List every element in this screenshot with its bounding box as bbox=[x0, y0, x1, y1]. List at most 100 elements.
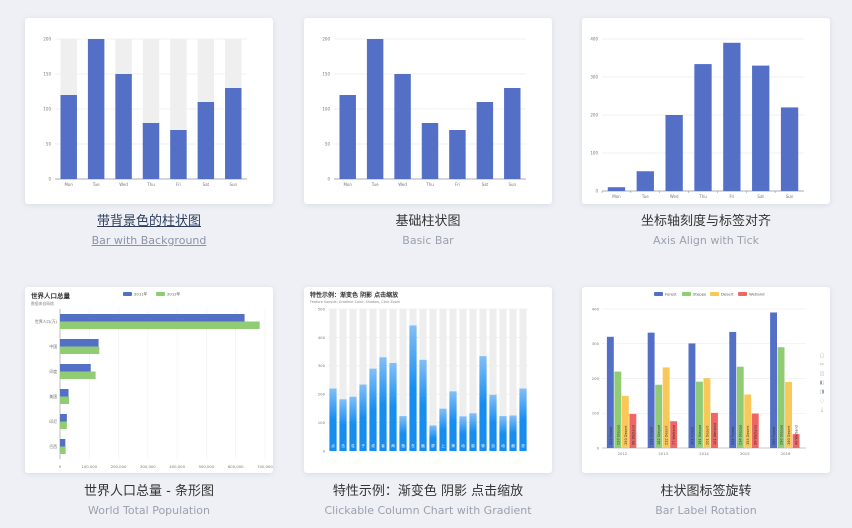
bar-inner-label: 者 bbox=[381, 443, 385, 448]
x-tick-label: 100,000 bbox=[81, 464, 97, 469]
y-tick-label: 200 bbox=[592, 376, 600, 381]
y-tick-label: 印尼 bbox=[49, 419, 57, 424]
caption-title[interactable]: 特性示例：渐变色 阴影 点击缩放 bbox=[298, 483, 558, 501]
legend-label: Wetland bbox=[749, 292, 765, 297]
chart-card-bar-background[interactable]: 0 50 100 150 200 Mon Tue Wed Thu Fri Sat Sun bbox=[25, 18, 273, 204]
chart-card-world-population[interactable]: 世界人口总量 数据来自网络 2011年 2012年 0 100,000 200,000 300… bbox=[25, 287, 273, 473]
x-tick-label: Sun bbox=[229, 182, 237, 187]
caption-subtitle[interactable]: Axis Align with Tick bbox=[576, 233, 836, 249]
bar bbox=[225, 88, 242, 179]
y-tick-label: 500 bbox=[318, 306, 326, 311]
x-tick-label: 2013 bbox=[658, 451, 668, 456]
y-tick-label: 300 bbox=[592, 341, 600, 346]
bar-inner-label: 能 bbox=[471, 443, 475, 448]
caption-title[interactable]: 基础柱状图 bbox=[298, 213, 558, 231]
y-tick-label: 100 bbox=[43, 107, 51, 112]
bar bbox=[665, 115, 683, 191]
bar-rotated-label: 98 Wetland bbox=[631, 425, 635, 445]
bar bbox=[421, 123, 439, 179]
bar bbox=[60, 421, 67, 429]
caption-subtitle[interactable]: World Total Population bbox=[19, 503, 279, 519]
x-tick-label: Thu bbox=[425, 182, 434, 187]
bar bbox=[476, 102, 494, 179]
x-tick-label: Sun bbox=[786, 194, 794, 199]
y-tick-label: 0 bbox=[48, 177, 51, 182]
x-tick-label: 0 bbox=[59, 464, 62, 469]
bar bbox=[479, 356, 487, 451]
bar-inner-label: 或 bbox=[371, 443, 375, 448]
bar-rotated-label: 232 Desert bbox=[665, 425, 669, 445]
bar-rotated-label: 234 Steppe bbox=[739, 425, 743, 445]
bar bbox=[409, 325, 417, 451]
y-tick-label: 200 bbox=[43, 37, 51, 42]
bar-rotated-label: 220 Steppe bbox=[616, 425, 620, 445]
caption-title[interactable]: 柱状图标签旋转 bbox=[576, 483, 836, 501]
bar bbox=[87, 39, 105, 179]
legend-swatch bbox=[738, 292, 747, 296]
legend-swatch bbox=[123, 292, 132, 296]
caption-title[interactable]: 带背景色的柱状图 bbox=[19, 213, 279, 231]
bar bbox=[60, 321, 260, 329]
x-tick-label: Mon bbox=[64, 182, 73, 187]
caption-subtitle[interactable]: Basic Bar bbox=[298, 233, 558, 249]
toolbox-icon: ◧ bbox=[820, 380, 825, 386]
y-tick-label: 中国 bbox=[49, 344, 57, 349]
chart-card-basic-bar[interactable]: 0 50 100 150 200 Mon Tue Wed Thu Fri Sat Sun bbox=[304, 18, 552, 204]
legend-swatch bbox=[710, 292, 719, 296]
caption-bar-background[interactable]: 带背景色的柱状图 Bar with Background bbox=[19, 213, 279, 249]
chart-card-axis-align-tick[interactable]: 0 100 200 300 400 Mon Tue Wed Thu Fri Sat Sun bbox=[582, 18, 830, 204]
legend-swatch bbox=[654, 292, 663, 296]
legend-label: Steppe bbox=[693, 292, 707, 297]
bar-rotated-label: 40 Wetland bbox=[795, 425, 799, 445]
x-tick-label: Sat bbox=[757, 194, 764, 199]
x-tick-label: 2016 bbox=[781, 451, 791, 456]
bar bbox=[419, 359, 427, 451]
chart-axis-align-tick: 0 100 200 300 400 Mon Tue Wed Thu Fri Sat Sun bbox=[590, 37, 804, 199]
y-tick-label: 世界人口(万) bbox=[35, 319, 57, 324]
toolbox-icon: ◌ bbox=[820, 398, 824, 404]
bar bbox=[607, 187, 626, 191]
bar bbox=[60, 439, 66, 447]
y-tick-label: 200 bbox=[590, 113, 598, 118]
caption-gradient-column[interactable]: 特性示例：渐变色 阴影 点击缩放 Clickable Column Chart … bbox=[298, 483, 558, 519]
bar-inner-label: 两 bbox=[391, 443, 395, 448]
bar bbox=[379, 357, 387, 451]
bar-rotated-label: 182 Steppe bbox=[657, 425, 661, 445]
chart-card-label-rotation[interactable]: Forest Steppe Desert Wetland 0 100 200 300 400 32… bbox=[582, 287, 830, 473]
legend-swatch bbox=[682, 292, 691, 296]
bar-rotated-label: 154 Desert bbox=[746, 425, 750, 445]
x-tick-label: Sat bbox=[203, 182, 210, 187]
x-tick-label: 2012 bbox=[618, 451, 628, 456]
bar bbox=[60, 371, 96, 379]
chart-title: 世界人口总量 bbox=[31, 291, 71, 300]
caption-subtitle[interactable]: Clickable Column Chart with Gradient bbox=[298, 503, 558, 519]
caption-subtitle[interactable]: Bar with Background bbox=[19, 233, 279, 249]
caption-world-population[interactable]: 世界人口总量 - 条形图 World Total Population bbox=[19, 483, 279, 519]
bar bbox=[394, 74, 411, 179]
bar-rotated-label: 190 Desert bbox=[787, 425, 791, 445]
caption-basic-bar[interactable]: 基础柱状图 Basic Bar bbox=[298, 213, 558, 249]
caption-axis-align-tick[interactable]: 坐标轴刻度与标签对齐 Axis Align with Tick bbox=[576, 213, 836, 249]
caption-subtitle[interactable]: Bar Label Rotation bbox=[576, 503, 836, 519]
bar bbox=[60, 364, 91, 372]
bar bbox=[752, 65, 770, 191]
y-tick-label: 150 bbox=[322, 72, 330, 77]
caption-title[interactable]: 世界人口总量 - 条形图 bbox=[19, 483, 279, 501]
x-tick-label: 700,000 bbox=[257, 464, 273, 469]
x-tick-label: Fri bbox=[729, 194, 734, 199]
chart-bar-background: 0 50 100 150 200 Mon Tue Wed Thu Fri Sat Sun bbox=[43, 37, 247, 187]
y-tick-label: 100 bbox=[590, 151, 598, 156]
chart-title: 特性示例：渐变色 阴影 点击缩放 bbox=[310, 291, 399, 299]
bar bbox=[339, 95, 356, 179]
caption-title[interactable]: 坐标轴刻度与标签对齐 bbox=[576, 213, 836, 231]
bar bbox=[60, 339, 99, 347]
y-tick-label: 200 bbox=[322, 37, 330, 42]
x-tick-label: 600,000 bbox=[228, 464, 244, 469]
bar-inner-label: 动 bbox=[461, 443, 465, 448]
legend-label: Forest bbox=[665, 292, 677, 297]
bar bbox=[60, 389, 69, 397]
toolbox-icon: ◨ bbox=[820, 389, 825, 395]
x-tick-label: Sat bbox=[482, 182, 489, 187]
caption-label-rotation[interactable]: 柱状图标签旋转 Bar Label Rotation bbox=[576, 483, 836, 519]
chart-card-gradient-column[interactable]: 特性示例：渐变色 阴影 点击缩放 Feature Sample: Gradient… bbox=[304, 287, 552, 473]
